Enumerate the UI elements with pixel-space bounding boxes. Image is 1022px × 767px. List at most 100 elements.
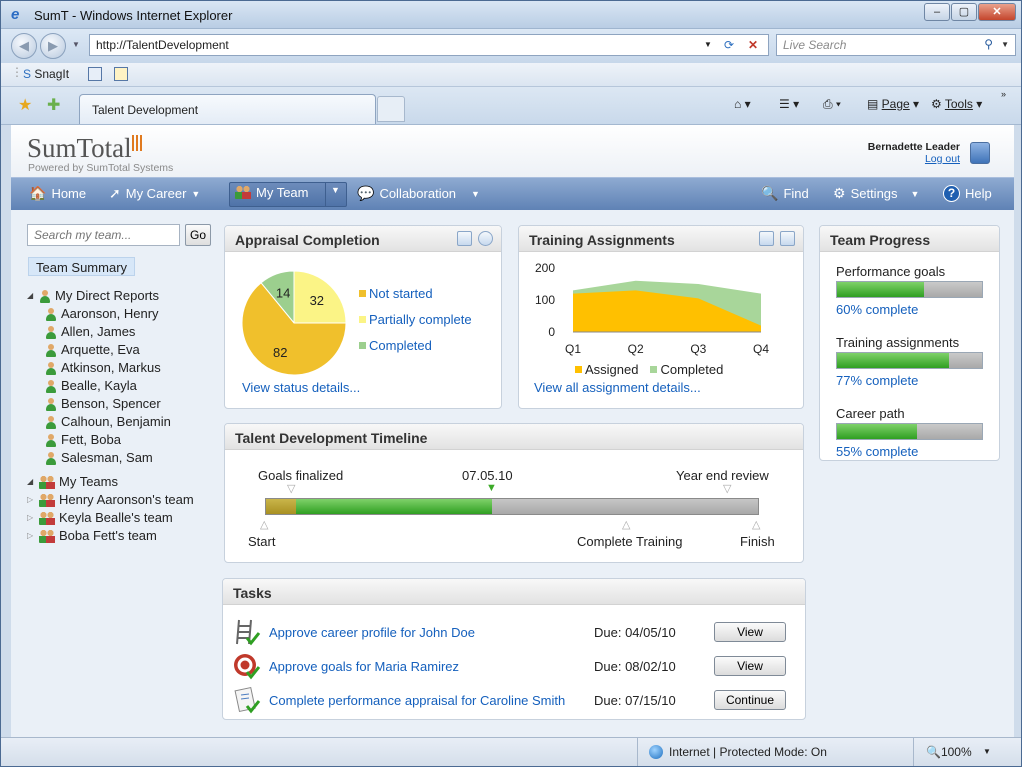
progress-percent-link[interactable]: 60% complete [836,302,983,317]
tree-node-person[interactable]: Atkinson, Markus [27,359,194,377]
view-assignment-details-link[interactable]: View all assignment details... [534,380,701,395]
tree-node-person[interactable]: Benson, Spencer [27,395,194,413]
legend-item[interactable]: Completed [359,332,472,358]
snagit-button[interactable]: S SnagIt [23,67,69,81]
person-name: Fett, Boba [61,432,121,447]
legend-label: Assigned [585,361,639,377]
tab-talent-development[interactable]: Talent Development [79,94,376,124]
tree-node-person[interactable]: Bealle, Kayla [27,377,194,395]
tools-menu[interactable]: ⚙ Tools ▾ [931,97,982,111]
legend-item[interactable]: Completed [650,356,723,382]
nav-my-career[interactable]: ➚ My Career ▼ [109,185,200,202]
zoom-level[interactable]: 🔍100% [926,745,972,759]
task-action-button[interactable]: View [714,622,786,642]
view-status-details-link[interactable]: View status details... [242,380,360,395]
collapsed-triangle-icon[interactable]: ▷ [27,509,35,527]
tree-node-team[interactable]: ▷ Henry Aaronson's team [27,491,194,509]
tree-node-person[interactable]: Calhoun, Benjamin [27,413,194,431]
marker-up-icon: △ [260,519,269,531]
pie-chart-icon[interactable] [478,231,493,246]
url-field[interactable]: http://TalentDevelopment ▼ ⟳ ✕ [89,34,769,56]
legend-item[interactable]: Assigned [575,356,638,382]
tree-node-direct-reports[interactable]: ◢ My Direct Reports [27,287,194,305]
feeds-icon[interactable]: ☰ ▾ [779,97,799,111]
nav-my-team-dropdown[interactable]: ▼ [331,185,340,195]
person-icon [45,379,57,393]
team-icon [39,475,55,489]
tree-node-person[interactable]: Salesman, Sam [27,449,194,467]
nav-my-team-label: My Team [256,185,309,200]
more-commands-icon[interactable]: » [1001,89,1006,99]
tree-node-person[interactable]: Allen, James [27,323,194,341]
recent-pages-chevron-icon[interactable]: ▼ [72,40,80,49]
task-action-button[interactable]: View [714,656,786,676]
task-due-date: Due: 07/15/10 [594,692,676,708]
task-title-link[interactable]: Approve goals for Maria Ramirez [269,659,594,674]
legend-item[interactable]: Not started [359,280,472,306]
expanded-triangle-icon[interactable]: ◢ [27,473,35,491]
maximize-button[interactable]: ▢ [951,3,977,21]
area-chart-icon[interactable] [780,231,795,246]
task-title-link[interactable]: Approve career profile for John Doe [269,625,594,640]
collapsed-triangle-icon[interactable]: ▷ [27,527,35,545]
bar-chart-icon[interactable] [759,231,774,246]
task-action-button[interactable]: Continue [714,690,786,710]
tree-node-person[interactable]: Aaronson, Henry [27,305,194,323]
new-tab-button[interactable] [377,96,405,122]
year-end-review-label: Year end review [676,468,769,483]
logout-link[interactable]: Log out [925,153,960,165]
goals-finalized-label: Goals finalized [258,468,344,483]
capture-settings-icon[interactable] [114,67,128,81]
live-search-input[interactable]: Live Search ⚲ ▼ [776,34,1016,56]
ie-icon: e [11,6,20,23]
tree-node-person[interactable]: Arquette, Eva [27,341,194,359]
tree-node-team[interactable]: ▷ Boba Fett's team [27,527,194,545]
expanded-triangle-icon[interactable]: ◢ [27,287,35,305]
nav-find[interactable]: 🔍 Find [761,185,809,202]
search-team-input[interactable] [27,224,180,246]
progress-label: Training assignments [836,335,960,350]
bar-chart-icon[interactable] [457,231,472,246]
collapsed-triangle-icon[interactable]: ▷ [27,491,35,509]
legend-swatch [650,365,658,373]
nav-home[interactable]: 🏠 Home [29,185,86,202]
progress-label: Performance goals [836,264,946,279]
tree-node-person[interactable]: Fett, Boba [27,431,194,449]
add-favorites-icon[interactable]: ✚ [47,95,60,115]
links-toolbar: ⋮ S SnagIt [1,63,1021,87]
user-avatar-icon[interactable] [970,142,990,164]
nav-my-team[interactable]: My Team [235,185,309,200]
stop-icon[interactable]: ✕ [748,38,758,52]
person-icon [45,397,57,411]
back-button[interactable]: ◀ [11,33,37,59]
close-button[interactable]: ✕ [978,3,1016,21]
print-icon[interactable]: ⎙ ▾ [823,97,841,112]
nav-settings[interactable]: ⚙ Settings ▼ [833,185,919,202]
go-button[interactable]: Go [185,224,211,246]
tree-node-team[interactable]: ▷ Keyla Bealle's team [27,509,194,527]
progress-percent-link[interactable]: 77% complete [836,373,983,388]
progress-percent-link[interactable]: 55% complete [836,444,983,459]
team-summary-link[interactable]: Team Summary [28,257,136,276]
favorites-star-icon[interactable]: ★ [18,95,32,115]
status-divider [637,738,638,766]
zoom-dropdown-icon[interactable]: ▼ [983,747,991,756]
page-menu[interactable]: ▤ Page ▾ [867,97,919,111]
legend-swatch [359,341,366,349]
security-zone[interactable]: Internet | Protected Mode: On [669,745,827,759]
url-dropdown-icon[interactable]: ▼ [704,40,712,49]
home-icon[interactable]: ⌂ ▾ [734,97,751,111]
search-dropdown-icon[interactable]: ▼ [1001,40,1009,49]
tree-node-my-teams[interactable]: ◢ My Teams [27,473,194,491]
task-title-link[interactable]: Complete performance appraisal for Carol… [269,693,594,708]
search-icon[interactable]: ⚲ [984,37,993,51]
tasks-panel: Tasks Approve career profile for John Do… [222,578,806,720]
nav-collaboration[interactable]: 💬 Collaboration ▼ [357,185,480,202]
nav-help[interactable]: ? Help [943,185,992,202]
refresh-icon[interactable]: ⟳ [724,38,734,52]
minimize-button[interactable]: – [924,3,950,21]
legend-item[interactable]: Partially complete [359,306,472,332]
forward-button[interactable]: ▶ [40,33,66,59]
capture-icon[interactable] [88,67,102,81]
direct-reports-label: My Direct Reports [55,288,160,303]
